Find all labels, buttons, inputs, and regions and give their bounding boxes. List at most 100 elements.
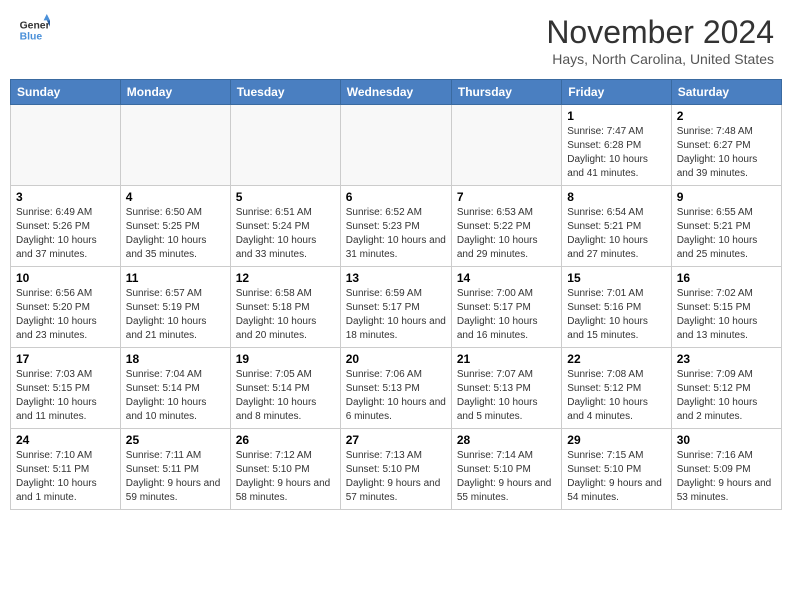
day-info: Sunrise: 6:51 AM Sunset: 5:24 PM Dayligh… xyxy=(236,206,335,262)
calendar-week-row: 10 Sunrise: 6:56 AM Sunset: 5:20 PM Dayli… xyxy=(11,267,782,348)
calendar-cell: 24Sunrise: 7:10 AM Sunset: 5:11 PM Dayli… xyxy=(11,429,121,510)
day-info: Sunrise: 6:56 AM Sunset: 5:20 PM Dayligh… xyxy=(16,287,115,343)
day-number: 3 xyxy=(16,190,115,204)
day-number: 17 xyxy=(16,352,115,366)
page-header: General Blue November 2024 Hays, North C… xyxy=(10,10,782,71)
day-number: 27 xyxy=(346,433,446,447)
calendar-cell: 14 Sunrise: 7:00 AM Sunset: 5:17 PM Dayli… xyxy=(451,267,561,348)
day-number: 22 xyxy=(567,352,665,366)
calendar-table: SundayMondayTuesdayWednesdayThursdayFrid… xyxy=(10,79,782,510)
day-info: Sunrise: 7:01 AM Sunset: 5:16 PM Dayligh… xyxy=(567,287,665,343)
day-number: 23 xyxy=(677,352,776,366)
day-number: 12 xyxy=(236,271,335,285)
weekday-header: Wednesday xyxy=(340,80,451,105)
calendar-cell: 12Sunrise: 6:58 AM Sunset: 5:18 PM Dayli… xyxy=(230,267,340,348)
location: Hays, North Carolina, United States xyxy=(546,51,774,67)
calendar-cell: 20 Sunrise: 7:06 AM Sunset: 5:13 PM Dayli… xyxy=(340,348,451,429)
day-info: Sunrise: 7:16 AM Sunset: 5:09 PM Dayligh… xyxy=(677,449,776,505)
calendar-week-row: 17 Sunrise: 7:03 AM Sunset: 5:15 PM Dayli… xyxy=(11,348,782,429)
title-block: November 2024 Hays, North Carolina, Unit… xyxy=(546,14,774,67)
day-info: Sunrise: 7:03 AM Sunset: 5:15 PM Dayligh… xyxy=(16,368,115,424)
calendar-cell: 4Sunrise: 6:50 AM Sunset: 5:25 PM Daylig… xyxy=(120,186,230,267)
calendar-cell: 28Sunrise: 7:14 AM Sunset: 5:10 PM Dayli… xyxy=(451,429,561,510)
day-number: 28 xyxy=(457,433,556,447)
day-number: 25 xyxy=(126,433,225,447)
day-number: 14 xyxy=(457,271,556,285)
calendar-cell: 9 Sunrise: 6:55 AM Sunset: 5:21 PM Daylig… xyxy=(671,186,781,267)
calendar-cell: 6Sunrise: 6:52 AM Sunset: 5:23 PM Daylig… xyxy=(340,186,451,267)
svg-text:Blue: Blue xyxy=(20,32,43,43)
calendar-cell: 21Sunrise: 7:07 AM Sunset: 5:13 PM Dayli… xyxy=(451,348,561,429)
day-info: Sunrise: 6:52 AM Sunset: 5:23 PM Dayligh… xyxy=(346,206,446,262)
day-info: Sunrise: 6:54 AM Sunset: 5:21 PM Dayligh… xyxy=(567,206,665,262)
calendar-cell: 18 Sunrise: 7:04 AM Sunset: 5:14 PM Dayli… xyxy=(120,348,230,429)
calendar-cell: 23 Sunrise: 7:09 AM Sunset: 5:12 PM Dayli… xyxy=(671,348,781,429)
weekday-header: Sunday xyxy=(11,80,121,105)
logo-icon: General Blue xyxy=(18,14,50,46)
day-number: 15 xyxy=(567,271,665,285)
calendar-cell: 2Sunrise: 7:48 AM Sunset: 6:27 PM Daylig… xyxy=(671,105,781,186)
day-info: Sunrise: 7:09 AM Sunset: 5:12 PM Dayligh… xyxy=(677,368,776,424)
weekday-header: Monday xyxy=(120,80,230,105)
day-number: 10 xyxy=(16,271,115,285)
calendar-cell: 1Sunrise: 7:47 AM Sunset: 6:28 PM Daylig… xyxy=(562,105,671,186)
calendar-cell: 15 Sunrise: 7:01 AM Sunset: 5:16 PM Dayli… xyxy=(562,267,671,348)
day-info: Sunrise: 7:48 AM Sunset: 6:27 PM Dayligh… xyxy=(677,125,776,181)
day-number: 30 xyxy=(677,433,776,447)
day-number: 18 xyxy=(126,352,225,366)
day-info: Sunrise: 7:04 AM Sunset: 5:14 PM Dayligh… xyxy=(126,368,225,424)
day-info: Sunrise: 6:50 AM Sunset: 5:25 PM Dayligh… xyxy=(126,206,225,262)
calendar-cell: 22 Sunrise: 7:08 AM Sunset: 5:12 PM Dayli… xyxy=(562,348,671,429)
weekday-header: Friday xyxy=(562,80,671,105)
day-info: Sunrise: 6:57 AM Sunset: 5:19 PM Dayligh… xyxy=(126,287,225,343)
day-info: Sunrise: 7:05 AM Sunset: 5:14 PM Dayligh… xyxy=(236,368,335,424)
calendar-week-row: 3 Sunrise: 6:49 AM Sunset: 5:26 PM Daylig… xyxy=(11,186,782,267)
day-number: 13 xyxy=(346,271,446,285)
day-number: 5 xyxy=(236,190,335,204)
day-info: Sunrise: 7:07 AM Sunset: 5:13 PM Dayligh… xyxy=(457,368,556,424)
day-info: Sunrise: 6:59 AM Sunset: 5:17 PM Dayligh… xyxy=(346,287,446,343)
day-info: Sunrise: 7:11 AM Sunset: 5:11 PM Dayligh… xyxy=(126,449,225,505)
calendar-cell xyxy=(11,105,121,186)
calendar-cell: 26Sunrise: 7:12 AM Sunset: 5:10 PM Dayli… xyxy=(230,429,340,510)
day-info: Sunrise: 6:53 AM Sunset: 5:22 PM Dayligh… xyxy=(457,206,556,262)
day-info: Sunrise: 7:15 AM Sunset: 5:10 PM Dayligh… xyxy=(567,449,665,505)
day-number: 11 xyxy=(126,271,225,285)
day-number: 29 xyxy=(567,433,665,447)
day-info: Sunrise: 7:13 AM Sunset: 5:10 PM Dayligh… xyxy=(346,449,446,505)
day-info: Sunrise: 6:49 AM Sunset: 5:26 PM Dayligh… xyxy=(16,206,115,262)
day-info: Sunrise: 7:02 AM Sunset: 5:15 PM Dayligh… xyxy=(677,287,776,343)
day-info: Sunrise: 6:55 AM Sunset: 5:21 PM Dayligh… xyxy=(677,206,776,262)
calendar-cell: 27 Sunrise: 7:13 AM Sunset: 5:10 PM Dayli… xyxy=(340,429,451,510)
day-number: 20 xyxy=(346,352,446,366)
calendar-cell: 5 Sunrise: 6:51 AM Sunset: 5:24 PM Daylig… xyxy=(230,186,340,267)
calendar-cell: 11 Sunrise: 6:57 AM Sunset: 5:19 PM Dayli… xyxy=(120,267,230,348)
calendar-cell: 8 Sunrise: 6:54 AM Sunset: 5:21 PM Daylig… xyxy=(562,186,671,267)
weekday-header: Tuesday xyxy=(230,80,340,105)
calendar-cell: 25 Sunrise: 7:11 AM Sunset: 5:11 PM Dayli… xyxy=(120,429,230,510)
calendar-cell: 16Sunrise: 7:02 AM Sunset: 5:15 PM Dayli… xyxy=(671,267,781,348)
calendar-cell xyxy=(230,105,340,186)
day-number: 9 xyxy=(677,190,776,204)
logo: General Blue xyxy=(18,14,50,46)
weekday-header: Thursday xyxy=(451,80,561,105)
calendar-cell xyxy=(451,105,561,186)
day-info: Sunrise: 7:08 AM Sunset: 5:12 PM Dayligh… xyxy=(567,368,665,424)
day-info: Sunrise: 7:06 AM Sunset: 5:13 PM Dayligh… xyxy=(346,368,446,424)
day-info: Sunrise: 7:00 AM Sunset: 5:17 PM Dayligh… xyxy=(457,287,556,343)
calendar-cell: 7Sunrise: 6:53 AM Sunset: 5:22 PM Daylig… xyxy=(451,186,561,267)
weekday-header: Saturday xyxy=(671,80,781,105)
day-number: 8 xyxy=(567,190,665,204)
calendar-cell: 13 Sunrise: 6:59 AM Sunset: 5:17 PM Dayli… xyxy=(340,267,451,348)
calendar-cell xyxy=(340,105,451,186)
calendar-cell: 29 Sunrise: 7:15 AM Sunset: 5:10 PM Dayli… xyxy=(562,429,671,510)
calendar-cell: 19 Sunrise: 7:05 AM Sunset: 5:14 PM Dayli… xyxy=(230,348,340,429)
calendar-cell: 17 Sunrise: 7:03 AM Sunset: 5:15 PM Dayli… xyxy=(11,348,121,429)
calendar-week-row: 24Sunrise: 7:10 AM Sunset: 5:11 PM Dayli… xyxy=(11,429,782,510)
svg-text:General: General xyxy=(20,20,50,31)
day-info: Sunrise: 7:12 AM Sunset: 5:10 PM Dayligh… xyxy=(236,449,335,505)
day-number: 1 xyxy=(567,109,665,123)
calendar-cell: 10 Sunrise: 6:56 AM Sunset: 5:20 PM Dayli… xyxy=(11,267,121,348)
day-number: 19 xyxy=(236,352,335,366)
weekday-header-row: SundayMondayTuesdayWednesdayThursdayFrid… xyxy=(11,80,782,105)
